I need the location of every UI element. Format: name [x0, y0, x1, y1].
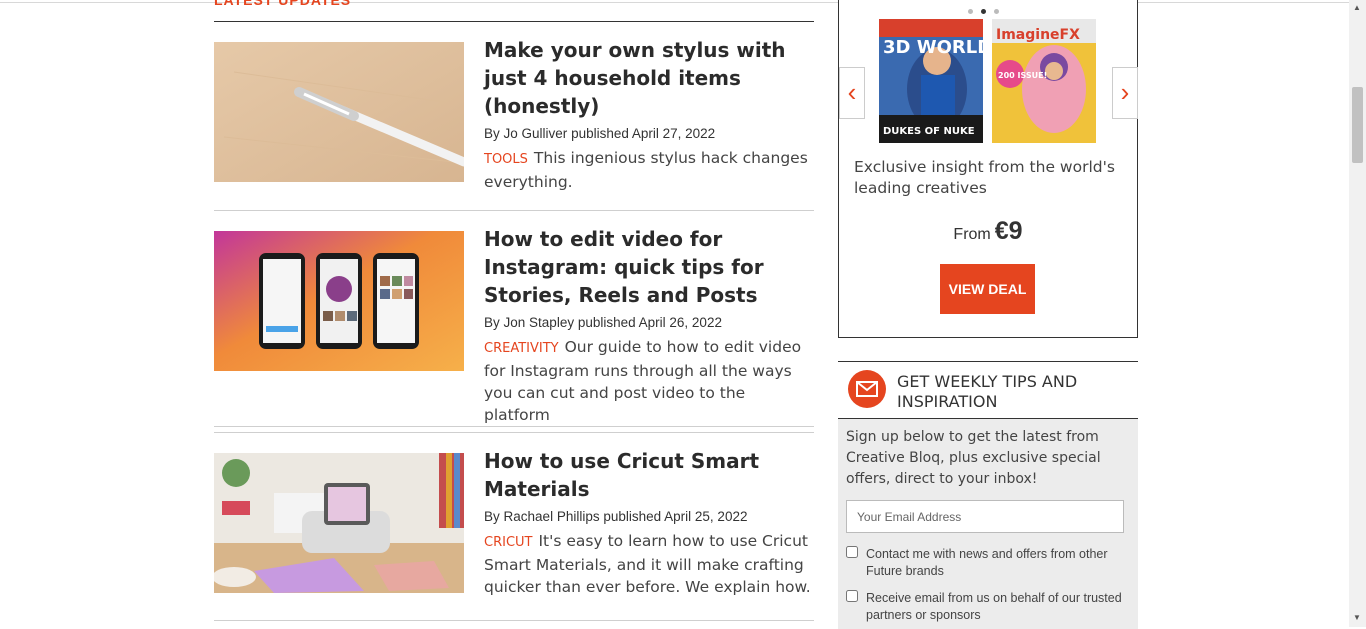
article-title[interactable]: Make your own stylus with just 4 househo…	[484, 36, 814, 120]
section-heading: Latest updates	[214, 0, 352, 8]
magazine-cover-3dworld[interactable]: 3D WORLD DUKES OF NUKE	[879, 19, 983, 143]
carousel-dots[interactable]	[964, 1, 1003, 19]
price-amount: €9	[994, 217, 1023, 245]
chevron-right-icon: ›	[1120, 77, 1130, 107]
article-divider	[214, 210, 814, 211]
scroll-up-icon[interactable]: ▲	[1353, 3, 1361, 12]
category-tag[interactable]: CREATIVITY	[484, 341, 559, 356]
article-description: This ingenious stylus hack changes every…	[484, 149, 808, 191]
scrollbar-thumb[interactable]	[1352, 87, 1363, 163]
page-scrollbar[interactable]: ▲ ▼	[1349, 0, 1366, 627]
envelope-icon	[848, 370, 886, 408]
carousel-prev-button[interactable]: ‹	[839, 67, 865, 119]
publish-date: published April 27, 2022	[571, 126, 716, 141]
contact-optin-checkbox[interactable]	[846, 546, 858, 558]
author-link[interactable]: Rachael Phillips	[504, 509, 600, 524]
contact-optin-label: Contact me with news and offers from oth…	[866, 547, 1108, 578]
article-card[interactable]: How to edit video for Instagram: quick t…	[214, 227, 814, 424]
category-tag[interactable]: TOOLS	[484, 152, 528, 167]
article-divider	[214, 620, 814, 621]
scroll-down-icon[interactable]: ▼	[1353, 613, 1361, 622]
newsletter-intro: Sign up below to get the latest from Cre…	[846, 429, 1101, 487]
publish-date: published April 26, 2022	[577, 315, 722, 330]
article-synopsis: CREATIVITY Our guide to how to edit video…	[484, 336, 814, 426]
magazine-badge: 200 ISSUE!	[998, 71, 1047, 80]
article-description: It's easy to learn how to use Cricut Sma…	[484, 532, 811, 596]
magazine-title: ImagineFX	[996, 27, 1080, 43]
partners-optin[interactable]: Receive email from us on behalf of our t…	[846, 590, 1131, 624]
top-divider	[0, 2, 1350, 3]
section-divider	[214, 21, 814, 22]
article-byline: By Jo Gulliver published April 27, 2022	[484, 126, 814, 141]
article-divider	[214, 432, 814, 433]
author-link[interactable]: Jon Stapley	[504, 315, 575, 330]
newsletter-header: GET WEEKLY TIPS AND INSPIRATION	[838, 362, 1138, 418]
view-deal-button[interactable]: VIEW DEAL	[940, 264, 1035, 314]
price-from-label: From	[953, 226, 991, 243]
newsletter-form: Sign up below to get the latest from Cre…	[838, 419, 1138, 629]
article-synopsis: TOOLS This ingenious stylus hack changes …	[484, 147, 814, 193]
partners-optin-checkbox[interactable]	[846, 590, 858, 602]
article-byline: By Jon Stapley published April 26, 2022	[484, 315, 814, 330]
deal-description: Exclusive insight from the world's leadi…	[854, 158, 1115, 197]
article-title[interactable]: How to use Cricut Smart Materials	[484, 447, 814, 503]
partners-optin-label: Receive email from us on behalf of our t…	[866, 591, 1122, 622]
article-byline: By Rachael Phillips published April 25, …	[484, 509, 814, 524]
category-tag[interactable]: CRICUT	[484, 535, 532, 550]
article-card[interactable]: Make your own stylus with just 4 househo…	[214, 38, 814, 191]
article-synopsis: CRICUT It's easy to learn how to use Cric…	[484, 530, 814, 598]
article-thumbnail-cricut[interactable]	[214, 453, 464, 593]
magazine-cover-imaginefx[interactable]: ImagineFX 200 ISSUE!	[992, 19, 1096, 143]
contact-optin[interactable]: Contact me with news and offers from oth…	[846, 546, 1131, 580]
byline-prefix: By	[484, 315, 500, 330]
carousel-next-button[interactable]: ›	[1112, 67, 1138, 119]
article-thumbnail-stylus[interactable]	[214, 42, 464, 182]
author-link[interactable]: Jo Gulliver	[504, 126, 568, 141]
article-card[interactable]: How to use Cricut Smart Materials By Rac…	[214, 449, 814, 613]
article-thumbnail-instagram[interactable]	[214, 231, 464, 371]
chevron-left-icon: ‹	[847, 77, 857, 107]
article-title[interactable]: How to edit video for Instagram: quick t…	[484, 225, 814, 309]
newsletter-title: GET WEEKLY TIPS AND INSPIRATION	[897, 372, 1078, 411]
byline-prefix: By	[484, 126, 500, 141]
byline-prefix: By	[484, 509, 500, 524]
magazine-title: 3D WORLD	[883, 37, 983, 58]
subscription-deal-widget: ‹ › 3D WORLD DUKES OF NUKE ImagineFX 200…	[838, 0, 1138, 338]
deal-price: From €9	[839, 217, 1137, 246]
magazine-cover-line: DUKES OF NUKE	[883, 126, 975, 137]
email-field[interactable]	[846, 500, 1124, 533]
article-divider	[214, 426, 814, 427]
publish-date: published April 25, 2022	[603, 509, 748, 524]
